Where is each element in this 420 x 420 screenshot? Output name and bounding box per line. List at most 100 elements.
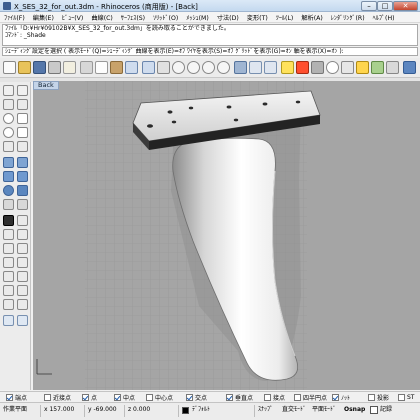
rectangle-icon[interactable] (17, 127, 28, 138)
viewport-canvas[interactable] (33, 81, 420, 390)
loft-icon[interactable] (17, 157, 28, 168)
trim-icon[interactable] (17, 229, 28, 240)
shade-icon[interactable] (311, 61, 324, 74)
osnap-point[interactable]: 点 (82, 393, 97, 402)
properties-icon[interactable] (371, 61, 384, 74)
array-icon[interactable] (3, 299, 14, 310)
layer-icon[interactable] (296, 61, 309, 74)
menu-curve[interactable]: 曲線(C) (87, 12, 117, 22)
light-icon[interactable] (341, 61, 354, 74)
curve-icon[interactable] (17, 99, 28, 110)
osnap-intersection[interactable]: 交点 (186, 393, 207, 402)
open-folder-icon[interactable] (18, 61, 31, 74)
split-icon[interactable] (3, 243, 14, 254)
osnap-project[interactable]: 投影 (368, 393, 389, 402)
analyze-icon[interactable] (3, 315, 14, 326)
osnap-quadrant[interactable]: 四半円点 (294, 393, 327, 402)
checkbox-icon[interactable] (44, 394, 51, 401)
box-solid-icon[interactable] (3, 171, 14, 182)
osnap-toggle[interactable]: Osnap (344, 406, 365, 414)
checkbox-icon[interactable] (398, 394, 405, 401)
new-file-icon[interactable] (3, 61, 16, 74)
menu-dimension[interactable]: 寸法(D) (213, 12, 243, 22)
osnap-endpoint[interactable]: 端点 (6, 393, 27, 402)
copy-icon[interactable] (95, 61, 108, 74)
distance-icon[interactable] (17, 315, 28, 326)
record-history-label[interactable]: 記録 (380, 406, 392, 414)
circle-icon[interactable] (3, 113, 14, 124)
select-arrow-icon[interactable] (3, 85, 14, 96)
snap-toggle[interactable]: ｽﾅｯﾌﾟ (258, 406, 273, 414)
checkbox-icon[interactable] (146, 394, 153, 401)
text-icon[interactable] (17, 215, 28, 226)
fillet-icon[interactable] (3, 229, 14, 240)
checkbox-icon[interactable] (186, 394, 193, 401)
zoom-selected-icon[interactable] (217, 61, 230, 74)
options-icon[interactable] (386, 61, 399, 74)
record-history-checkbox[interactable] (370, 406, 378, 414)
command-prompt[interactable]: ｼｪｰﾃﾞｨﾝｸﾞ設定を選択 ( 表示ﾓｰﾄﾞ(Q)=ｼｪｰﾃﾞｨﾝｸﾞ 曲線を… (2, 47, 418, 56)
osnap-perpendicular[interactable]: 垂直点 (226, 393, 253, 402)
four-viewports-icon[interactable] (234, 61, 247, 74)
layer-color-swatch[interactable] (182, 407, 189, 414)
checkbox-icon[interactable] (82, 394, 89, 401)
cylinder-icon[interactable] (17, 171, 28, 182)
menu-transform[interactable]: 変形(T) (243, 12, 272, 22)
osnap-tangent[interactable]: 接点 (264, 393, 285, 402)
save-icon[interactable] (33, 61, 46, 74)
surface-icon[interactable] (3, 157, 14, 168)
undo-icon[interactable] (125, 61, 138, 74)
menu-solid[interactable]: ｿﾘｯﾄﾞ(O) (149, 12, 182, 22)
boolean-icon[interactable] (17, 199, 28, 210)
copy-object-icon[interactable] (3, 271, 14, 282)
menu-surface[interactable]: ｻｰﾌｪｽ(S) (117, 12, 149, 22)
checkbox-icon[interactable] (368, 394, 375, 401)
mesh-icon[interactable] (3, 199, 14, 210)
osnap-center[interactable]: 中心点 (146, 393, 173, 402)
pan-icon[interactable] (142, 61, 155, 74)
arc-icon[interactable] (17, 113, 28, 124)
cut-icon[interactable] (80, 61, 93, 74)
paste-icon[interactable] (110, 61, 123, 74)
join-icon[interactable] (17, 243, 28, 254)
checkbox-icon[interactable] (294, 394, 301, 401)
zoom-extents-icon[interactable] (202, 61, 215, 74)
viewport-back[interactable]: Back (33, 81, 420, 390)
menu-render[interactable]: ﾚﾝﾀﾞﾘﾝｸﾞ(R) (327, 12, 369, 22)
grid-icon[interactable] (264, 61, 277, 74)
checkbox-icon[interactable] (264, 394, 271, 401)
lightbulb-icon[interactable] (356, 61, 369, 74)
minimize-button[interactable]: – (361, 1, 377, 11)
command-history[interactable]: ﾌｧｲﾙ「D:¥Hr¥09102B¥X_SES_32_for_out.3dm」を… (2, 24, 418, 46)
dimension-icon[interactable] (3, 215, 14, 226)
zoom-window-icon[interactable] (187, 61, 200, 74)
scale-icon[interactable] (3, 285, 14, 296)
checkbox-icon[interactable] (114, 394, 121, 401)
extrude-icon[interactable] (17, 185, 28, 196)
ellipse-icon[interactable] (3, 127, 14, 138)
current-layer[interactable]: ﾃﾞﾌｫﾙﾄ (192, 406, 210, 414)
menu-help[interactable]: ﾍﾙﾌﾟ(H) (369, 12, 399, 22)
render-sphere-icon[interactable] (326, 61, 339, 74)
sphere-icon[interactable] (3, 185, 14, 196)
menu-file[interactable]: ﾌｧｲﾙ(F) (0, 12, 29, 22)
osnap-knot[interactable]: ﾉｯﾄ (332, 393, 350, 402)
title-bar[interactable]: X_SES_32_for_out.3dm - Rhinoceros (商用版) … (0, 0, 420, 12)
polyline-icon[interactable] (3, 99, 14, 110)
menu-analyze[interactable]: 解析(A) (297, 12, 326, 22)
maximize-button[interactable]: □ (377, 1, 393, 11)
select-icon[interactable] (281, 61, 294, 74)
close-button[interactable]: ✕ (393, 1, 418, 11)
point-icon[interactable] (17, 85, 28, 96)
help-icon[interactable] (403, 61, 416, 74)
rotate-icon[interactable] (17, 271, 28, 282)
polygon-icon[interactable] (3, 141, 14, 152)
print-icon[interactable] (48, 61, 61, 74)
move-icon[interactable] (17, 257, 28, 268)
planar-toggle[interactable]: 平面ﾓｰﾄﾞ (312, 406, 336, 414)
ortho-toggle[interactable]: 直交ﾓｰﾄﾞ (282, 406, 306, 414)
mirror-icon[interactable] (17, 285, 28, 296)
explode-icon[interactable] (3, 257, 14, 268)
checkbox-icon[interactable] (226, 394, 233, 401)
osnap-midpoint[interactable]: 中点 (114, 393, 135, 402)
